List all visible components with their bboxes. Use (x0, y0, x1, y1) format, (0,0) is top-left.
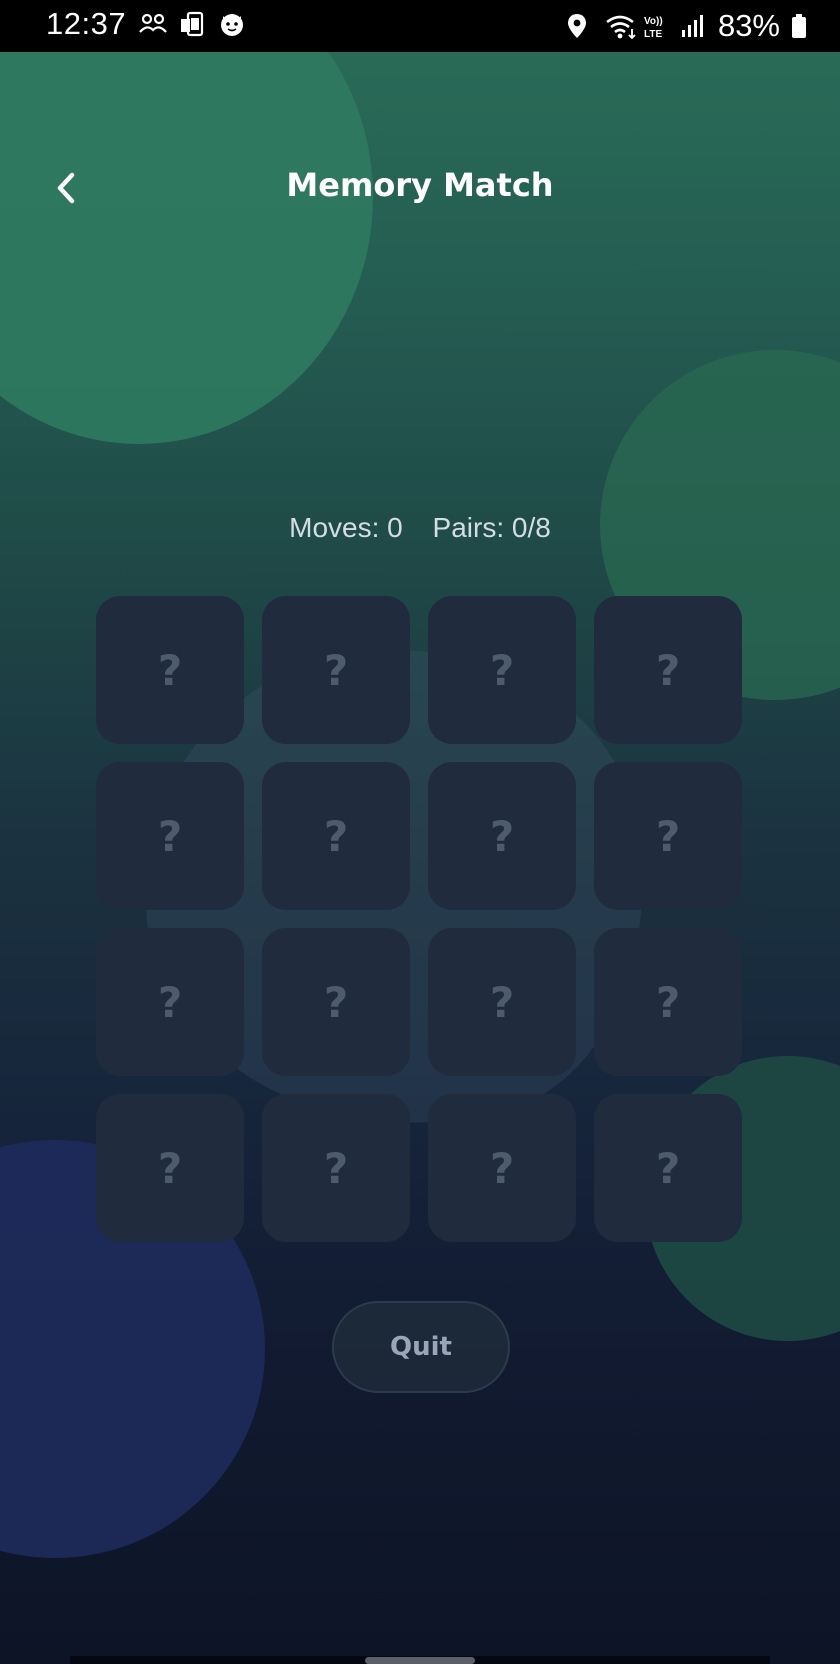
battery-icon (790, 12, 818, 40)
memory-card[interactable]: ? (428, 928, 576, 1076)
question-mark-icon: ? (489, 977, 515, 1027)
question-mark-icon: ? (323, 645, 349, 695)
cat-face-icon (218, 10, 246, 38)
question-mark-icon: ? (655, 977, 681, 1027)
memory-card[interactable]: ? (594, 596, 742, 744)
memory-card[interactable]: ? (96, 1094, 244, 1242)
game-screen: 12:37 Vo)) LTE 83% Memory Match Moves: 0… (0, 0, 840, 1664)
question-mark-icon: ? (489, 645, 515, 695)
question-mark-icon: ? (157, 977, 183, 1027)
header: Memory Match (0, 150, 840, 230)
memory-card[interactable]: ? (262, 1094, 410, 1242)
status-time: 12:37 (46, 6, 127, 41)
svg-text:LTE: LTE (644, 29, 662, 40)
svg-text:Vo)): Vo)) (644, 16, 663, 27)
people-icon (138, 10, 167, 38)
pairs-counter: Pairs: 0/8 (432, 512, 551, 543)
question-mark-icon: ? (323, 977, 349, 1027)
question-mark-icon: ? (157, 811, 183, 861)
memory-card[interactable]: ? (262, 596, 410, 744)
quit-button-label: Quit (390, 1332, 452, 1362)
moves-counter: Moves: 0 (289, 512, 403, 543)
memory-card[interactable]: ? (594, 928, 742, 1076)
question-mark-icon: ? (157, 645, 183, 695)
memory-card[interactable]: ? (594, 1094, 742, 1242)
memory-card[interactable]: ? (96, 596, 244, 744)
wifi-icon (604, 12, 636, 40)
battery-percent: 83% (717, 8, 780, 43)
memory-card[interactable]: ? (96, 762, 244, 910)
game-stats: Moves: 0 Pairs: 0/8 (0, 512, 840, 544)
home-gesture-handle[interactable] (365, 1657, 475, 1664)
question-mark-icon: ? (157, 1143, 183, 1193)
memory-card[interactable]: ? (428, 596, 576, 744)
question-mark-icon: ? (655, 645, 681, 695)
memory-card[interactable]: ? (428, 1094, 576, 1242)
question-mark-icon: ? (489, 1143, 515, 1193)
question-mark-icon: ? (323, 1143, 349, 1193)
status-bar: 12:37 Vo)) LTE 83% (0, 0, 840, 52)
page-title: Memory Match (286, 166, 554, 204)
question-mark-icon: ? (655, 811, 681, 861)
memory-card[interactable]: ? (96, 928, 244, 1076)
volte-icon: Vo)) LTE (642, 12, 670, 40)
quit-button[interactable]: Quit (332, 1301, 510, 1393)
memory-card[interactable]: ? (262, 928, 410, 1076)
memory-card[interactable]: ? (594, 762, 742, 910)
location-icon (566, 12, 594, 40)
question-mark-icon: ? (655, 1143, 681, 1193)
device-sync-icon (178, 10, 206, 38)
memory-card[interactable]: ? (428, 762, 576, 910)
memory-card[interactable]: ? (262, 762, 410, 910)
question-mark-icon: ? (489, 811, 515, 861)
card-grid: ? ? ? ? ? ? ? ? ? ? ? ? ? ? ? ? (96, 596, 744, 1242)
question-mark-icon: ? (323, 811, 349, 861)
signal-icon (680, 12, 708, 40)
